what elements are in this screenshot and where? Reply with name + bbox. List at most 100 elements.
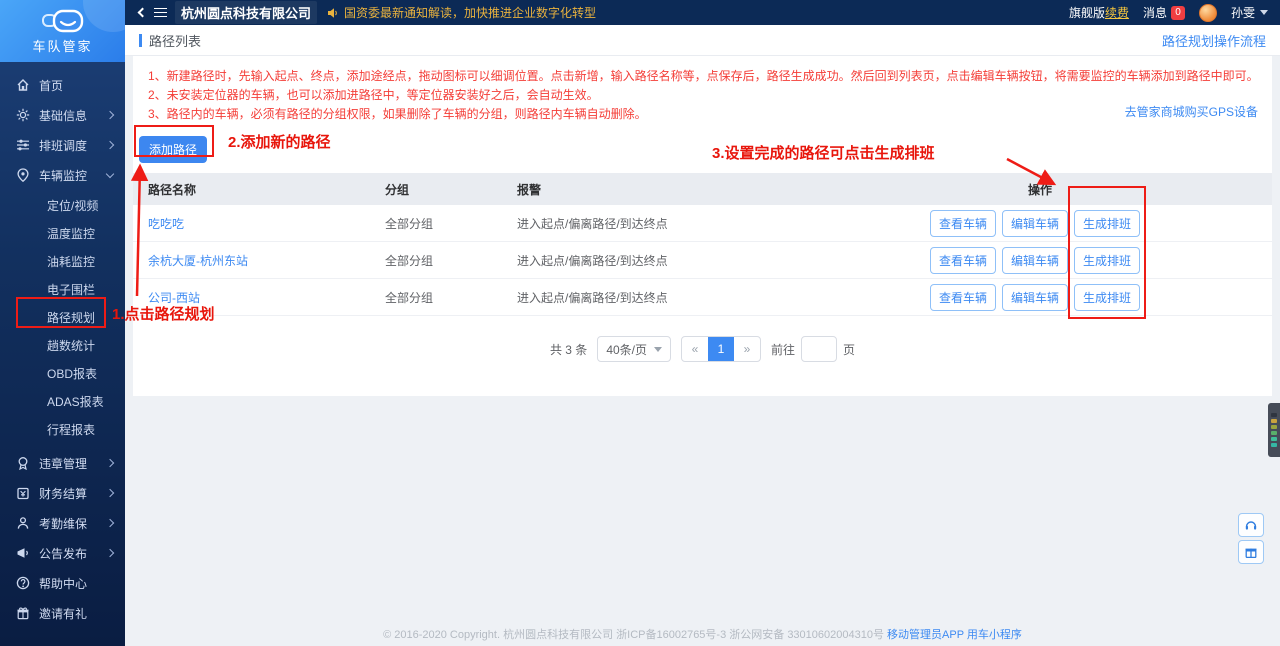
sidebar-item-finance[interactable]: 财务结算 [0,478,125,508]
prev-page-button[interactable]: « [682,337,708,361]
sidebar-subitem-trip-count[interactable]: 趟数统计 [0,332,125,360]
sidebar-item-home[interactable]: 首页 [0,70,125,100]
caret-down-icon [1260,10,1268,15]
page-controls: « 1 » [681,336,761,362]
sidebar-item-label: 排班调度 [39,138,88,153]
sidebar-subitem-adas-report[interactable]: ADAS报表 [0,388,125,416]
gift-icon [17,607,29,620]
chevron-right-icon [105,458,115,468]
chevron-right-icon [105,488,115,498]
rewards-button[interactable] [1238,540,1264,564]
generate-schedule-button[interactable]: 生成排班 [1073,246,1140,274]
page-size-value: 40条/页 [606,342,647,357]
sidebar-item-vehicle-monitoring[interactable]: 车辆监控 [0,160,125,190]
widget-dot [1271,443,1277,447]
mini-program-link[interactable]: 用车小程序 [967,629,1022,641]
sliders-icon [17,139,29,151]
sidebar-item-label: 车辆监控 [39,168,88,183]
goto-label: 前往 [771,342,796,357]
edit-vehicles-button[interactable]: 编辑车辆 [1001,246,1068,274]
goto-unit: 页 [843,342,856,357]
sidebar-item-basic-info[interactable]: 基础信息 [0,100,125,130]
collapse-sidebar-icon[interactable] [137,7,148,18]
edit-vehicles-button[interactable]: 编辑车辆 [1001,209,1068,237]
sidebar-subitem-route-planning[interactable]: 路径规划 [0,304,125,332]
sidebar-item-label: 违章管理 [39,456,88,471]
megaphone-icon [17,548,28,558]
version-label: 旗舰版 [1068,6,1105,20]
sidebar-item-invite-rewards[interactable]: 邀请有礼 [0,598,125,628]
sidebar-item-label: 帮助中心 [39,576,88,591]
col-header-group: 分组 [385,182,410,197]
sidebar-subitem-temperature[interactable]: 温度监控 [0,220,125,248]
sidebar-item-announcements[interactable]: 公告发布 [0,538,125,568]
route-flow-guide-link[interactable]: 路径规划操作流程 [1162,31,1266,50]
route-group: 全部分组 [385,253,434,268]
view-vehicles-button[interactable]: 查看车辆 [929,209,996,237]
sidebar-item-scheduling[interactable]: 排班调度 [0,130,125,160]
chevron-down-icon [105,169,115,178]
sidebar-item-label: 基础信息 [39,108,88,123]
menu-list-icon[interactable] [154,8,167,17]
help-icon [16,576,30,590]
current-page-button[interactable]: 1 [708,337,734,361]
finance-icon [17,487,29,500]
view-vehicles-button[interactable]: 查看车辆 [929,246,996,274]
col-header-alarm: 报警 [517,182,542,197]
caret-down-icon [654,346,662,352]
route-group: 全部分组 [385,216,434,231]
renew-link[interactable]: 续费 [1105,6,1129,20]
route-alarm: 进入起点/偏离路径/到达终点 [517,253,668,268]
user-menu[interactable]: 孙雯 [1231,4,1268,21]
sidebar-item-label: 公告发布 [39,546,88,561]
car-logo-icon [41,9,83,32]
table-row: 吃吃吃 全部分组 进入起点/偏离路径/到达终点 查看车辆 编辑车辆 生成排班 [133,205,1272,242]
customer-service-button[interactable] [1238,513,1264,537]
sidebar-item-label: 考勤维保 [39,516,88,531]
speaker-icon [328,7,337,18]
sidebar-item-attendance[interactable]: 考勤维保 [0,508,125,538]
view-vehicles-button[interactable]: 查看车辆 [929,283,996,311]
company-name[interactable]: 杭州圆点科技有限公司 [175,1,318,24]
sidebar-subitem-obd-report[interactable]: OBD报表 [0,360,125,388]
sidebar-subitem-geofence[interactable]: 电子围栏 [0,276,125,304]
chevron-right-icon [105,548,115,558]
generate-schedule-button[interactable]: 生成排班 [1073,283,1140,311]
next-page-button[interactable]: » [734,337,760,361]
footer: © 2016-2020 Copyright. 杭州圆点科技有限公司 浙ICP备1… [125,626,1280,642]
sidebar-nav: 首页 基础信息 排班调度 车辆监控 定位/视频 温度监控 油耗监控 电子围栏 路… [0,62,125,628]
goto-page-input[interactable] [801,336,838,362]
sidebar-subitem-trip-report[interactable]: 行程报表 [0,416,125,444]
route-name-link[interactable]: 吃吃吃 [148,217,184,231]
page-title: 路径列表 [149,33,202,49]
add-route-button[interactable]: 添加路径 [139,135,208,163]
main-content: 路径列表 路径规划操作流程 1、新建路径时，先输入起点、终点，添加途经点，拖动图… [125,25,1280,646]
buy-gps-link[interactable]: 去管家商城购买GPS设备 [1125,103,1258,120]
copyright-text: © 2016-2020 Copyright. 杭州圆点科技有限公司 浙ICP备1… [383,629,884,641]
sidebar-item-violations[interactable]: 违章管理 [0,448,125,478]
toolbar: 添加路径 [133,133,1272,165]
announcement-marquee: 国资委最新通知解读，加快推进企业数字化转型 [327,4,596,21]
sidebar-subitem-location-video[interactable]: 定位/视频 [0,192,125,220]
sidebar: 车队管家 首页 基础信息 排班调度 车辆监控 定位/视频 温度监控 油耗监控 电… [0,0,125,646]
topbar-right: 旗舰版续费 消息 0 孙雯 [1068,3,1268,22]
admin-app-link[interactable]: 移动管理员APP [887,629,964,641]
sidebar-item-help-center[interactable]: 帮助中心 [0,568,125,598]
tip-line-3: 3、路径内的车辆，必须有路径的分组权限，如果删除了车辆的分组，则路径内车辆自动删… [148,107,647,121]
announcement-text[interactable]: 国资委最新通知解读，加快推进企业数字化转型 [344,4,596,21]
sidebar-subitem-fuel[interactable]: 油耗监控 [0,248,125,276]
chevron-right-icon [105,518,115,528]
table-row: 余杭大厦-杭州东站 全部分组 进入起点/偏离路径/到达终点 查看车辆 编辑车辆 … [133,242,1272,279]
avatar[interactable] [1198,3,1217,22]
route-group: 全部分组 [385,290,434,305]
route-name-link[interactable]: 公司-西站 [148,291,200,305]
table-header-row: 路径名称 分组 报警 操作 [133,173,1272,205]
route-name-link[interactable]: 余杭大厦-杭州东站 [148,254,248,268]
messages[interactable]: 消息 0 [1143,4,1185,21]
location-pin-icon [17,168,29,182]
edit-vehicles-button[interactable]: 编辑车辆 [1001,283,1068,311]
page-size-select[interactable]: 40条/页 [597,336,671,362]
generate-schedule-button[interactable]: 生成排班 [1073,209,1140,237]
collapsed-widget[interactable] [1268,403,1280,457]
col-header-route-name: 路径名称 [148,182,197,197]
